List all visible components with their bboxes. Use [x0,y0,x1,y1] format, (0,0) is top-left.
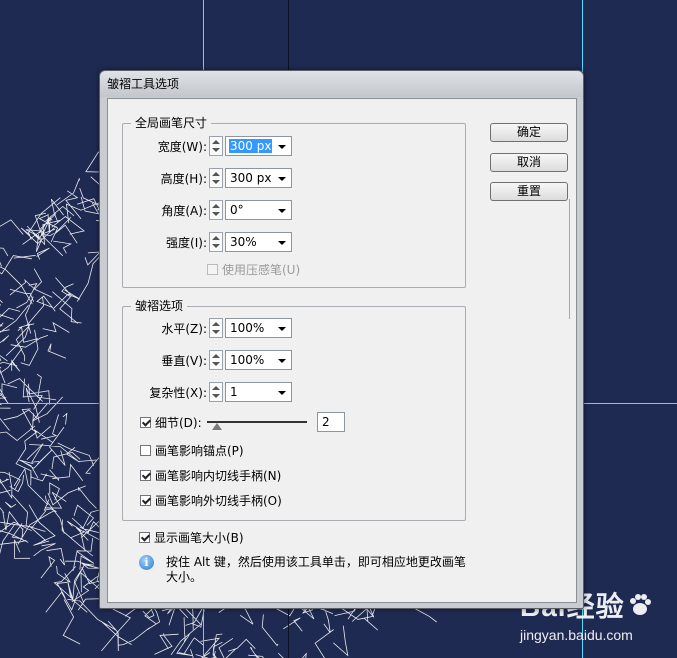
width-label: 宽度(W): [157,140,207,154]
pressure-pen-checkbox[interactable] [207,264,218,275]
detail-slider-track[interactable] [207,421,307,423]
horizontal-spinner[interactable] [209,318,223,338]
crinkle-options-group: 皱褶选项 水平(Z): 100% 垂直(V): 100% 复杂性(X): 1 细… [122,299,466,521]
vertical-spinner[interactable] [209,350,223,370]
dialog-edge-bar [569,199,570,319]
out-tangent-checkbox[interactable] [140,495,151,506]
horizontal-label: 水平(Z): [161,322,207,336]
angle-spinner[interactable] [209,200,223,220]
horizontal-value: 100% [230,321,265,335]
width-select[interactable]: 300 px [225,136,292,156]
in-tangent-label: 画笔影响内切线手柄(N) [155,469,282,483]
complexity-select[interactable]: 1 [225,382,292,402]
chevron-down-icon [278,391,286,395]
info-text: 按住 Alt 键，然后使用该工具单击，即可相应地更改画笔大小。 [166,555,466,584]
chevron-down-icon [278,145,286,149]
detail-slider-thumb[interactable] [212,423,222,430]
detail-label: 细节(D): [155,416,202,430]
dialog-title[interactable]: 皱褶工具选项 [100,71,583,97]
height-spinner[interactable] [209,168,223,188]
complexity-value: 1 [230,385,238,399]
ok-button[interactable]: 确定 [490,123,568,142]
width-value: 300 px [229,139,273,153]
out-tangent-label: 画笔影响外切线手柄(O) [155,494,282,508]
height-label: 高度(H): [160,172,207,186]
horizontal-select[interactable]: 100% [225,318,292,338]
reset-button[interactable]: 重置 [490,182,568,201]
crinkle-options-title: 皱褶选项 [131,299,188,313]
chevron-down-icon [278,359,286,363]
chevron-down-icon [278,177,286,181]
vertical-select[interactable]: 100% [225,350,292,370]
cancel-button[interactable]: 取消 [490,153,568,172]
crinkle-tool-options-dialog: 皱褶工具选项 全局画笔尺寸 宽度(W): 300 px 高度(H): 300 p… [99,70,584,609]
show-brush-size-label: 显示画笔大小(B) [154,531,244,545]
complexity-label: 复杂性(X): [149,386,207,400]
chevron-down-icon [278,209,286,213]
in-tangent-checkbox[interactable] [140,470,151,481]
intensity-value: 30% [230,235,257,249]
width-spinner[interactable] [209,136,223,156]
angle-select[interactable]: 0° [225,200,292,220]
paw-logo-icon [629,594,651,615]
global-brush-title: 全局画笔尺寸 [131,116,212,130]
height-value: 300 px [230,171,272,185]
detail-checkbox[interactable] [140,417,151,428]
info-icon: i [139,555,154,570]
intensity-label: 强度(I): [166,236,207,250]
complexity-spinner[interactable] [209,382,223,402]
chevron-down-icon [278,241,286,245]
angle-label: 角度(A): [161,204,207,218]
detail-value-input[interactable]: 2 [317,412,345,432]
height-select[interactable]: 300 px [225,168,292,188]
dialog-body: 全局画笔尺寸 宽度(W): 300 px 高度(H): 300 px 角度(A)… [107,98,577,603]
intensity-spinner[interactable] [209,232,223,252]
watermark-url: jingyan.baidu.com [520,627,633,643]
chevron-down-icon [278,327,286,331]
vertical-label: 垂直(V): [161,354,207,368]
angle-value: 0° [230,203,244,217]
global-brush-group: 全局画笔尺寸 宽度(W): 300 px 高度(H): 300 px 角度(A)… [122,116,466,288]
show-brush-size-checkbox[interactable] [139,532,150,543]
anchor-points-checkbox[interactable] [140,445,151,456]
pressure-pen-label: 使用压感笔(U) [222,263,301,277]
anchor-points-label: 画笔影响锚点(P) [155,444,244,458]
vertical-value: 100% [230,353,265,367]
intensity-select[interactable]: 30% [225,232,292,252]
